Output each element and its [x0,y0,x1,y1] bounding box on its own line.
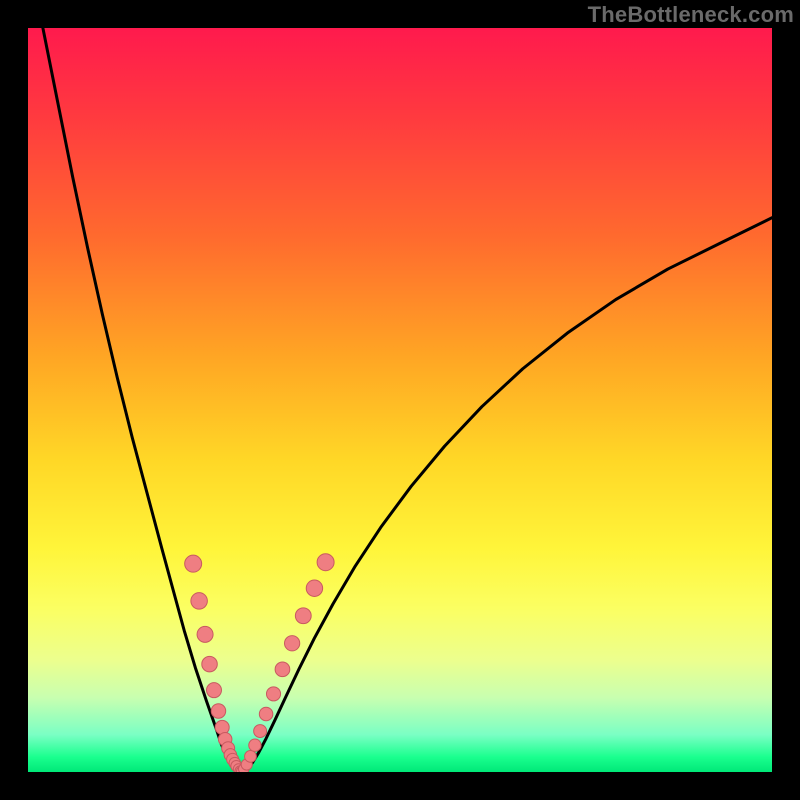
markers-right [237,554,335,772]
chart-svg [28,28,772,772]
chart-frame: TheBottleneck.com [0,0,800,800]
plot-area [28,28,772,772]
curve-right-branch [241,218,772,772]
watermark: TheBottleneck.com [588,2,794,28]
